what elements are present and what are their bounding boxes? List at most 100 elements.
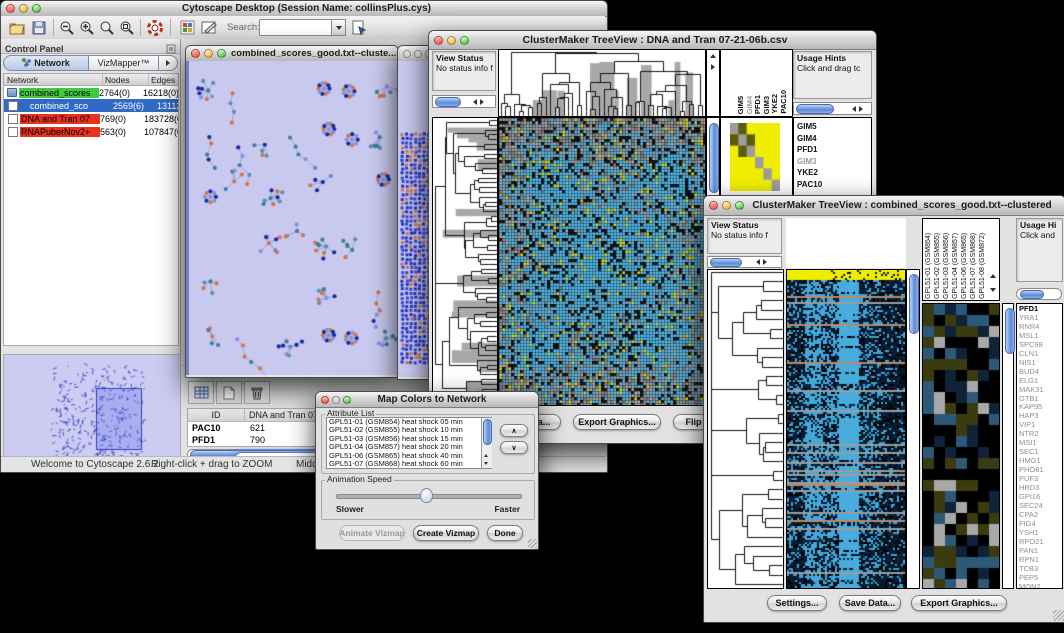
col-nodes[interactable]: Nodes (103, 74, 149, 85)
save-icon[interactable] (29, 18, 49, 37)
attribute-listbox[interactable]: GPL51-01 (GSM854) heat shock 05 minGPL51… (326, 417, 492, 469)
gene-label[interactable]: GIM4 (797, 133, 871, 145)
minimize-button[interactable] (332, 396, 340, 404)
column-dendrogram-pane[interactable] (498, 49, 706, 117)
scroll-left-icon[interactable] (756, 259, 760, 265)
heatmap-pane[interactable] (786, 269, 906, 589)
data-col-id[interactable]: ID (188, 409, 245, 421)
vscrollbar-thumb[interactable] (909, 274, 919, 334)
scroll-up-icon[interactable] (710, 54, 716, 58)
delete-attribute-icon[interactable] (244, 381, 270, 404)
row-dendrogram-canvas[interactable] (708, 270, 783, 588)
close-button[interactable] (709, 201, 718, 210)
minimize-button[interactable] (204, 49, 213, 58)
vscrollbar-thumb[interactable] (709, 123, 719, 193)
gene-label[interactable]: YKE2 (797, 167, 871, 179)
scroll-up-icon[interactable] (484, 454, 488, 457)
speed-slider-thumb[interactable] (420, 488, 433, 503)
tab-network[interactable]: Network (3, 55, 89, 71)
column-label[interactable]: GPL51-02 (GSM855) (934, 220, 943, 299)
export-graphics-button[interactable]: Export Graphics... (911, 595, 1007, 611)
tab-vizmapper[interactable]: VizMapper™ (89, 55, 159, 71)
minimize-button[interactable] (447, 36, 456, 45)
resize-grip[interactable] (1053, 610, 1064, 621)
export-graphics-button[interactable]: Export Graphics... (573, 414, 661, 430)
close-button[interactable] (434, 36, 443, 45)
column-label[interactable]: PAC10 (780, 90, 789, 114)
column-label[interactable]: GPL51-03 (GSM856) (943, 220, 952, 299)
network-view-title-bar[interactable]: combined_scores_good.txt--cluste... (186, 46, 398, 62)
scroll-right-icon[interactable] (711, 64, 715, 70)
network-list-row[interactable]: DNA and Tran 07 769(0) 183728(0) (4, 112, 178, 125)
network-graph-canvas[interactable] (186, 61, 399, 375)
hscrollbar-thumb[interactable] (796, 104, 834, 114)
minimize-button[interactable] (722, 201, 731, 210)
scroll-right-icon[interactable] (859, 106, 863, 112)
done-button[interactable]: Done (487, 525, 523, 541)
zoom-fit-icon[interactable] (97, 18, 117, 37)
treeview2-vscrollbar[interactable] (906, 269, 920, 589)
help-lifering-icon[interactable] (145, 18, 165, 37)
network-list-row[interactable]: combined_scores 2764(0) 16218(0) (4, 86, 178, 99)
table-view-icon[interactable] (188, 381, 214, 404)
network-list-row[interactable]: combined_sco 2569(6) 13112(15) (4, 99, 178, 112)
col-network[interactable]: Network (4, 74, 103, 85)
network-list-row[interactable]: RNAPuberNov2+ 563(0) 107847(0) (4, 125, 178, 138)
gene-label[interactable]: GIM5 (797, 121, 871, 133)
column-label[interactable]: GPL51-08 (GSM872) (979, 220, 988, 299)
attribute-list-vscrollbar[interactable] (481, 418, 492, 468)
gene-label[interactable]: PAC10 (797, 179, 871, 191)
gene-label[interactable]: PFD1 (797, 144, 871, 156)
heatmap-pane[interactable] (498, 117, 706, 406)
new-attribute-icon[interactable] (216, 381, 242, 404)
treeview2-title-bar[interactable]: ClusterMaker TreeView : combined_scores_… (704, 196, 1064, 216)
secondary-heatmap-canvas[interactable] (923, 304, 999, 588)
search-input[interactable] (259, 19, 333, 36)
column-label[interactable]: GPL51-01 (GSM854) (925, 220, 934, 299)
treeview1-left-hscrollbar[interactable] (432, 95, 496, 108)
animate-vizmap-button[interactable]: Animate Vizmap (339, 525, 405, 541)
minimize-button[interactable] (414, 50, 422, 58)
network-overview-canvas[interactable] (3, 354, 181, 464)
col-edges[interactable]: Edges (149, 74, 178, 85)
search-dropdown-button[interactable] (331, 19, 346, 36)
scroll-down-icon[interactable] (990, 288, 996, 292)
annotation-icon[interactable] (199, 18, 219, 37)
gene-list-item[interactable]: MON2 (1019, 583, 1062, 589)
row-dendrogram-pane[interactable] (707, 269, 784, 589)
close-button[interactable] (6, 4, 15, 13)
scroll-left-icon[interactable] (473, 99, 477, 105)
move-up-button[interactable]: ∧ (500, 424, 528, 437)
create-vizmap-button[interactable]: Create Vizmap (413, 525, 479, 541)
dialog-title-bar[interactable]: Map Colors to Network (316, 392, 538, 408)
zoom-in-icon[interactable] (77, 18, 97, 37)
save-data-button[interactable]: Save Data... (839, 595, 901, 611)
secondary-heatmap-pane[interactable] (922, 303, 1000, 589)
column-label[interactable]: GPL51-06 (GSM865) (961, 220, 970, 299)
scroll-up-icon[interactable] (990, 274, 996, 278)
treeview1-title-bar[interactable]: ClusterMaker TreeView : DNA and Tran 07-… (429, 31, 876, 50)
close-button[interactable] (191, 49, 200, 58)
zoom-selected-icon[interactable] (117, 18, 137, 37)
treeview2-left-hscrollbar[interactable] (707, 256, 782, 268)
column-label[interactable]: GPL51-04 (GSM857) (952, 220, 961, 299)
vizmapper-icon[interactable] (177, 18, 197, 37)
heatmap-canvas[interactable] (499, 118, 705, 405)
zoom-out-icon[interactable] (57, 18, 77, 37)
hscrollbar-thumb[interactable] (1020, 290, 1044, 299)
network-grid-canvas[interactable] (398, 61, 432, 377)
row-dendrogram-canvas[interactable] (433, 118, 497, 405)
settings-button[interactable]: Settings... (767, 595, 827, 611)
resize-grip[interactable] (528, 539, 537, 548)
scroll-right-icon[interactable] (480, 99, 484, 105)
scroll-down-icon[interactable] (484, 462, 488, 465)
zoom-button[interactable] (32, 4, 41, 13)
zoom-button[interactable] (217, 49, 226, 58)
column-dendrogram-canvas[interactable] (499, 50, 705, 116)
vscrollbar-thumb[interactable] (1005, 308, 1015, 354)
vscrollbar-thumb[interactable] (483, 419, 492, 445)
secondary-vscrollbar[interactable] (1002, 303, 1014, 589)
minimize-button[interactable] (19, 4, 28, 13)
scroll-left-icon[interactable] (852, 106, 856, 112)
hscrollbar-thumb[interactable] (435, 97, 461, 107)
